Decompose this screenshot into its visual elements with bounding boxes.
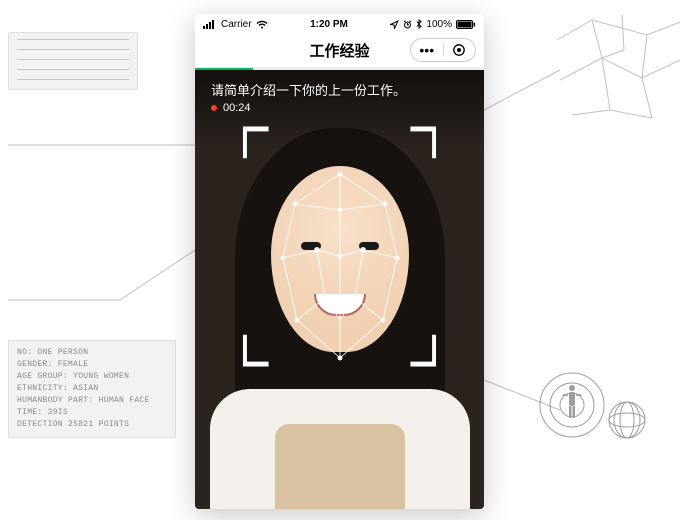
interview-prompt: 请简单介绍一下你的上一份工作。 [211,80,406,99]
location-icon [390,20,399,29]
page-title: 工作经验 [309,40,369,61]
alarm-icon [403,20,412,29]
phone-frame: Carrier 1:20 PM 100% 工作经验 ••• [195,14,484,509]
radar-decoration [532,350,662,460]
nav-bar: 工作经验 ••• [195,34,484,68]
battery-icon [456,20,476,29]
recording-timer: 00:24 [223,102,251,114]
camera-view: 请简单介绍一下你的上一份工作。 00:24 [195,70,484,509]
recording-indicator: 00:24 [211,102,251,114]
battery-label: 100% [426,19,452,30]
capsule-menu-button[interactable]: ••• [411,42,443,58]
more-icon: ••• [419,42,434,58]
status-bar: Carrier 1:20 PM 100% [195,14,484,34]
carrier-label: Carrier [221,19,252,30]
capsule-close-button[interactable] [444,43,476,57]
miniprogram-capsule: ••• [410,38,476,62]
record-icon [211,105,217,111]
clock-label: 1:20 PM [310,19,348,30]
wifi-icon [256,20,268,29]
bluetooth-icon [416,19,422,29]
face-mesh-overlay [265,170,415,370]
target-icon [452,43,466,57]
signal-icon [203,20,217,29]
